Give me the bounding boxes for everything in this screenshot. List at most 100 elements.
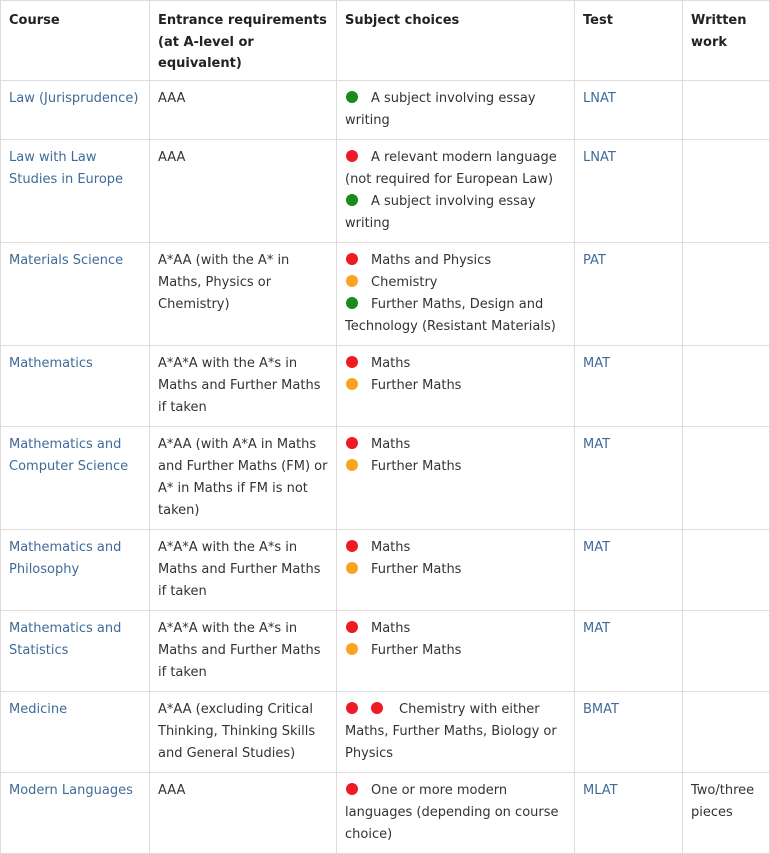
red-dot-icon — [346, 436, 358, 449]
subject-choice: Chemistry — [345, 272, 567, 294]
red-dot-icon — [346, 149, 358, 162]
table-row: Materials Science A*AA (with the A* in Ma… — [0, 241, 770, 346]
course-link[interactable]: Law (Jurisprudence) — [9, 91, 138, 106]
test-link[interactable]: MAT — [583, 621, 610, 636]
header-row: Course Entrance requirements (at A-level… — [0, 0, 770, 81]
table-row: Modern Languages AAA One or more modern la… — [0, 771, 770, 854]
subject-choice: Maths — [345, 537, 567, 559]
test-link[interactable]: LNAT — [583, 91, 616, 106]
red-dot-icon — [346, 539, 358, 552]
course-cell: Law with Law Studies in Europe — [0, 138, 150, 243]
subject-choice: Maths — [345, 353, 567, 375]
subject-choice-text: Maths — [371, 620, 411, 636]
courses-table: Course Entrance requirements (at A-level… — [0, 0, 770, 854]
entrance-requirements-cell: A*A*A with the A*s in Maths and Further … — [149, 609, 337, 692]
header-course: Course — [0, 0, 150, 81]
amber-dot-icon — [346, 274, 358, 287]
subject-choice: Further Maths — [345, 456, 567, 478]
subject-choice: Further Maths — [345, 559, 567, 581]
course-link[interactable]: Modern Languages — [9, 783, 133, 798]
subject-choice-text: Maths and Physics — [371, 252, 492, 268]
written-work-cell — [682, 241, 770, 346]
entrance-requirements-cell: A*A*A with the A*s in Maths and Further … — [149, 528, 337, 611]
course-link[interactable]: Materials Science — [9, 253, 123, 268]
course-link[interactable]: Mathematics and Computer Science — [9, 437, 128, 474]
course-link[interactable]: Law with Law Studies in Europe — [9, 150, 123, 187]
header-entrance: Entrance requirements (at A-level or equ… — [149, 0, 337, 81]
written-work-cell: Two/three pieces — [682, 771, 770, 854]
subject-choice-text: Further Maths, Design and Technology (Re… — [345, 296, 556, 334]
test-link[interactable]: MAT — [583, 437, 610, 452]
table-row: Mathematics and Computer Science A*AA (wi… — [0, 425, 770, 530]
subject-choice: Maths — [345, 434, 567, 456]
subject-choices-cell: Maths Further Maths — [336, 344, 575, 427]
table-row: Mathematics and Statistics A*A*A with the… — [0, 609, 770, 692]
green-dot-icon — [346, 90, 358, 103]
test-cell: LNAT — [574, 79, 683, 140]
subject-choice: Further Maths, Design and Technology (Re… — [345, 294, 567, 338]
subject-choice-text: Chemistry — [371, 274, 438, 290]
header-test: Test — [574, 0, 683, 81]
written-work-cell — [682, 79, 770, 140]
subject-choice-text: One or more modern languages (depending … — [345, 782, 559, 842]
table-body: Law (Jurisprudence) AAA A subject involvin… — [0, 79, 770, 854]
green-dot-icon — [346, 296, 358, 309]
subject-choice-text: Further Maths — [371, 642, 462, 658]
red-dot-icon — [346, 782, 358, 795]
subject-choice: One or more modern languages (depending … — [345, 780, 567, 846]
entrance-requirements-cell: A*AA (excluding Critical Thinking, Think… — [149, 690, 337, 773]
course-link[interactable]: Mathematics — [9, 356, 93, 371]
test-cell: PAT — [574, 241, 683, 346]
entrance-requirements-cell: A*AA (with A*A in Maths and Further Math… — [149, 425, 337, 530]
entrance-requirements-cell: AAA — [149, 79, 337, 140]
written-work-cell — [682, 609, 770, 692]
subject-choices-cell: Maths Further Maths — [336, 528, 575, 611]
subject-choice-text: Maths — [371, 436, 411, 452]
subject-choices-cell: Maths and Physics Chemistry Further Maths,… — [336, 241, 575, 346]
table-row: Law with Law Studies in Europe AAA A relev… — [0, 138, 770, 243]
entrance-requirements-cell: AAA — [149, 771, 337, 854]
course-link[interactable]: Mathematics and Philosophy — [9, 540, 121, 577]
red-dot-icon — [346, 620, 358, 633]
course-cell: Mathematics — [0, 344, 150, 427]
test-link[interactable]: MAT — [583, 540, 610, 555]
test-link[interactable]: PAT — [583, 253, 606, 268]
red-dot-icon — [371, 701, 383, 714]
subject-choice-text: Further Maths — [371, 458, 462, 474]
subject-choices-cell: A subject involving essay writing — [336, 79, 575, 140]
course-link[interactable]: Mathematics and Statistics — [9, 621, 121, 658]
subject-choice-text: A subject involving essay writing — [345, 193, 536, 231]
subject-choice: Maths — [345, 618, 567, 640]
green-dot-icon — [346, 193, 358, 206]
subject-choice: A subject involving essay writing — [345, 88, 567, 132]
course-link[interactable]: Medicine — [9, 702, 67, 717]
test-cell: BMAT — [574, 690, 683, 773]
course-cell: Mathematics and Computer Science — [0, 425, 150, 530]
test-cell: LNAT — [574, 138, 683, 243]
subject-choices-cell: Maths Further Maths — [336, 425, 575, 530]
test-link[interactable]: BMAT — [583, 702, 619, 717]
amber-dot-icon — [346, 377, 358, 390]
subject-choice-text: Maths — [371, 355, 411, 371]
table-row: Medicine A*AA (excluding Critical Thinkin… — [0, 690, 770, 773]
subject-choice: A relevant modern language (not required… — [345, 147, 567, 191]
subject-choices-cell: Maths Further Maths — [336, 609, 575, 692]
amber-dot-icon — [346, 642, 358, 655]
test-link[interactable]: MLAT — [583, 783, 618, 798]
header-subjects: Subject choices — [336, 0, 575, 81]
written-work-cell — [682, 425, 770, 530]
course-cell: Mathematics and Philosophy — [0, 528, 150, 611]
entrance-requirements-cell: A*AA (with the A* in Maths, Physics or C… — [149, 241, 337, 346]
subject-choice: Further Maths — [345, 375, 567, 397]
course-cell: Modern Languages — [0, 771, 150, 854]
course-cell: Materials Science — [0, 241, 150, 346]
subject-choices-cell: A relevant modern language (not required… — [336, 138, 575, 243]
written-work-cell — [682, 138, 770, 243]
test-link[interactable]: LNAT — [583, 150, 616, 165]
subject-choices-cell: One or more modern languages (depending … — [336, 771, 575, 854]
red-dot-icon — [346, 355, 358, 368]
written-work-cell — [682, 528, 770, 611]
subject-choice-text: Further Maths — [371, 561, 462, 577]
test-link[interactable]: MAT — [583, 356, 610, 371]
written-work-cell — [682, 690, 770, 773]
